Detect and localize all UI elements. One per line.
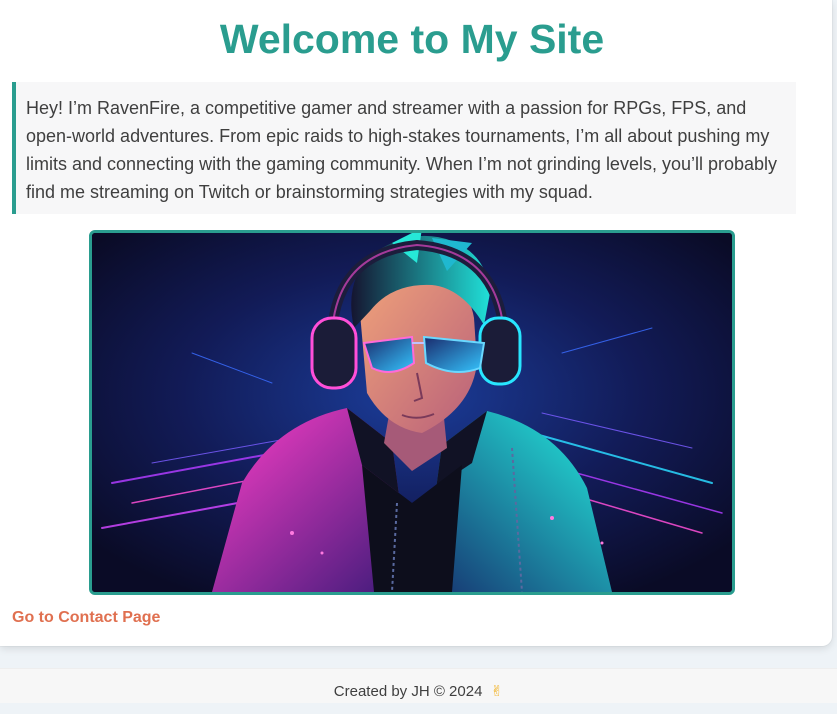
footer: Created by JH © 2024 ✌ <box>0 668 837 703</box>
main-card: Welcome to My Site Hey! I’m RavenFire, a… <box>0 0 832 646</box>
footer-text: Created by JH © 2024 <box>333 683 483 700</box>
gamer-avatar-illustration <box>92 233 732 592</box>
page-title: Welcome to My Site <box>219 16 605 62</box>
hero-image <box>89 230 735 595</box>
peace-hand-icon: ✌ <box>490 682 504 700</box>
contact-page-link[interactable]: Go to Contact Page <box>12 608 160 628</box>
bio-paragraph: Hey! I’m RavenFire, a competitive gamer … <box>12 82 796 214</box>
